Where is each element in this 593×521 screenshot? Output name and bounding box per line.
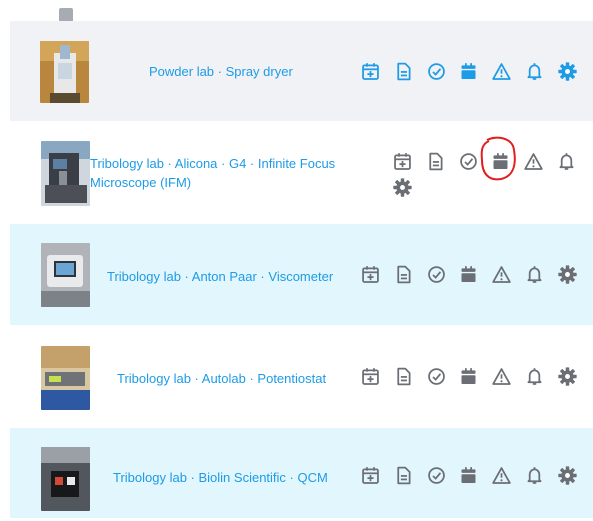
document-icon[interactable] [393, 366, 414, 387]
calendar-icon[interactable] [458, 465, 479, 486]
row-action-icons [360, 465, 590, 486]
warning-icon[interactable] [523, 151, 544, 172]
gear-icon[interactable] [392, 177, 413, 198]
qcm-thumbnail [41, 447, 90, 511]
viscometer-thumbnail [41, 243, 90, 307]
row-action-icons [360, 61, 590, 82]
equipment-row[interactable]: Tribology lab · Autolab · Potentiostat [10, 325, 593, 426]
warning-icon[interactable] [491, 61, 512, 82]
bell-icon[interactable] [556, 151, 577, 172]
bell-icon[interactable] [524, 366, 545, 387]
check-circle-icon[interactable] [458, 151, 479, 172]
calendar-plus-icon[interactable] [392, 151, 413, 172]
check-circle-icon[interactable] [426, 366, 447, 387]
bell-icon[interactable] [524, 465, 545, 486]
calendar-plus-icon[interactable] [360, 366, 381, 387]
calendar-plus-icon[interactable] [360, 465, 381, 486]
calendar-icon[interactable] [458, 366, 479, 387]
calendar-icon[interactable] [458, 264, 479, 285]
equipment-row[interactable]: Tribology lab · Anton Paar · Viscometer [10, 224, 593, 325]
document-icon[interactable] [393, 264, 414, 285]
calendar-icon[interactable] [458, 61, 479, 82]
calendar-plus-icon[interactable] [360, 264, 381, 285]
microscope-thumbnail [41, 141, 90, 206]
bell-icon[interactable] [524, 61, 545, 82]
equipment-name-link[interactable]: Tribology lab · Biolin Scientific · QCM [113, 468, 328, 487]
gear-icon[interactable] [557, 465, 578, 486]
check-circle-icon[interactable] [426, 264, 447, 285]
annotation-circle [480, 136, 516, 181]
equipment-name-link[interactable]: Powder lab · Spray dryer [149, 62, 293, 81]
row-action-icons [360, 264, 590, 285]
document-icon[interactable] [425, 151, 446, 172]
equipment-name-link[interactable]: Tribology lab · Anton Paar · Viscometer [107, 267, 333, 286]
row-action-icons [360, 366, 590, 387]
warning-icon[interactable] [491, 366, 512, 387]
check-circle-icon[interactable] [426, 61, 447, 82]
document-icon[interactable] [393, 61, 414, 82]
gear-icon[interactable] [557, 61, 578, 82]
equipment-name-link[interactable]: Tribology lab · Autolab · Potentiostat [117, 369, 326, 388]
check-circle-icon[interactable] [426, 465, 447, 486]
equipment-row[interactable]: Powder lab · Spray dryer [10, 21, 593, 121]
calendar-plus-icon[interactable] [360, 61, 381, 82]
spray-dryer-thumbnail [40, 41, 89, 103]
warning-icon[interactable] [491, 465, 512, 486]
equipment-name-link[interactable]: Tribology lab · Alicona · G4 · Infinite … [90, 154, 375, 192]
gear-icon[interactable] [557, 366, 578, 387]
document-icon[interactable] [393, 465, 414, 486]
gear-icon[interactable] [557, 264, 578, 285]
equipment-row[interactable]: Tribology lab · Biolin Scientific · QCM [10, 428, 593, 518]
bell-icon[interactable] [524, 264, 545, 285]
warning-icon[interactable] [491, 264, 512, 285]
potentiostat-thumbnail [41, 346, 90, 410]
